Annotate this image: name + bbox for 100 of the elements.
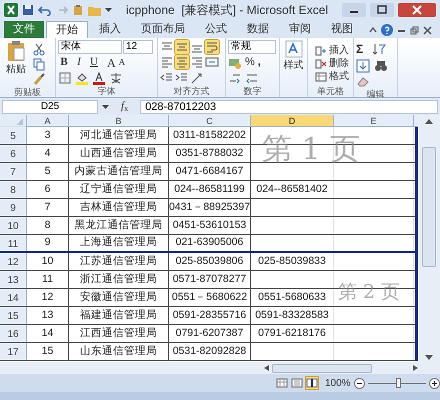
restore-icon[interactable] [410, 26, 419, 34]
close-icon[interactable] [398, 3, 436, 17]
cells-button[interactable]: 格式 [314, 70, 349, 83]
close-icon[interactable] [423, 26, 432, 34]
scissors-icon[interactable] [32, 42, 46, 56]
ribbon-tab[interactable]: 页面布局 [132, 21, 194, 38]
zoom-level[interactable]: 100% [325, 376, 351, 390]
minimize-icon[interactable] [342, 3, 366, 17]
font-size-field[interactable]: 12 [123, 40, 153, 54]
styles-button[interactable]: 样式 [282, 40, 305, 97]
row-header[interactable]: 12 [0, 253, 27, 270]
table-cell: 0451-53610153 [169, 217, 251, 234]
row-header[interactable]: 7 [0, 163, 27, 180]
row-header[interactable]: 13 [0, 271, 27, 288]
fill-bucket-icon[interactable] [75, 71, 89, 85]
column-header[interactable]: B [69, 115, 169, 126]
row-header[interactable]: 15 [0, 307, 27, 324]
table-cell: 黑龙江通信管理局 [69, 217, 169, 234]
font-color-icon[interactable] [92, 71, 106, 85]
zoom-slider-thumb[interactable] [396, 378, 401, 388]
save-icon[interactable] [22, 4, 34, 16]
ribbon-tab[interactable]: 数据 [238, 21, 278, 38]
help-icon[interactable] [381, 24, 393, 36]
autosum-button[interactable]: Σ [356, 40, 368, 58]
binoculars-icon[interactable] [374, 59, 388, 73]
clipboard-icon[interactable] [72, 4, 84, 16]
dropdown-icon[interactable] [102, 104, 109, 110]
align-right-icon[interactable] [190, 55, 204, 70]
font-name-field[interactable]: 宋体 [58, 40, 122, 54]
cells-button[interactable]: 删除 [314, 57, 349, 70]
font-style-button[interactable]: I [73, 54, 85, 71]
row-header[interactable]: 9 [0, 199, 27, 216]
scrollbar-thumb[interactable] [422, 147, 436, 267]
table-cell: 025-85039833 [251, 253, 334, 270]
align-left-icon[interactable] [160, 55, 174, 70]
scroll-left-icon[interactable] [262, 364, 270, 372]
scroll-up-icon[interactable] [424, 117, 434, 125]
column-header[interactable]: E [334, 115, 414, 126]
row-header[interactable]: 6 [0, 145, 27, 162]
view-layout-icon[interactable] [291, 377, 303, 389]
maximize-icon[interactable] [370, 3, 394, 17]
paste-button[interactable]: 粘贴 [2, 40, 30, 86]
phonetic-icon[interactable] [109, 71, 123, 85]
row-header[interactable]: 10 [0, 217, 27, 234]
zoom-in-icon[interactable] [429, 378, 440, 388]
ribbon-tab[interactable]: 视图 [322, 21, 362, 38]
font-style-button[interactable]: U [88, 54, 100, 71]
sort-filter-icon[interactable] [372, 42, 386, 56]
row-header[interactable]: 17 [0, 343, 27, 360]
font-style-button[interactable]: B [58, 54, 70, 71]
align-orient-icon[interactable] [190, 70, 204, 85]
row-header[interactable]: 16 [0, 325, 27, 342]
file-tab[interactable]: 文件 [4, 21, 44, 38]
grow-font-button[interactable]: A [107, 54, 116, 72]
name-box[interactable]: D25 [2, 100, 98, 114]
scroll-right-icon[interactable] [412, 364, 420, 372]
align-middle-icon[interactable] [175, 40, 189, 54]
row-header[interactable]: 8 [0, 181, 27, 198]
view-pagebreak-icon[interactable] [306, 377, 318, 389]
table-cell: 024--86581402 [251, 181, 334, 198]
align-wrap-icon[interactable] [205, 40, 219, 54]
table-cell: 山东通信管理局 [69, 343, 169, 360]
row-header[interactable]: 14 [0, 289, 27, 306]
collapse-ribbon-icon[interactable] [369, 26, 377, 34]
column-header[interactable]: A [27, 115, 69, 126]
row-header[interactable]: 11 [0, 235, 27, 251]
ribbon-tab[interactable]: 开始 [46, 21, 88, 38]
table-cell: 上海通信管理局 [69, 235, 169, 251]
row-header[interactable]: 5 [0, 127, 27, 144]
align-merge-icon[interactable] [205, 55, 219, 70]
table-cell: 吉林通信管理局 [69, 199, 169, 216]
view-normal-icon[interactable] [276, 377, 288, 389]
brush-icon[interactable] [32, 72, 46, 86]
column-header[interactable]: D [251, 115, 334, 126]
align-center-icon[interactable] [175, 55, 189, 70]
shrink-font-button[interactable]: A [118, 56, 126, 70]
borders-icon[interactable] [58, 71, 72, 85]
table-cell: 7 [27, 199, 69, 216]
group-label: 数字 [242, 85, 262, 97]
scrollbar-thumb[interactable] [272, 364, 372, 372]
table-cell: 11 [27, 271, 69, 288]
insert-function-button[interactable]: f$_{x}$ [113, 98, 136, 115]
ribbon-tab[interactable]: 公式 [196, 21, 236, 38]
table-cell: 0531-82092828 [169, 343, 251, 360]
ribbon-tab[interactable]: 插入 [90, 21, 130, 38]
table-cell: 15 [27, 343, 69, 360]
ribbon-tab[interactable]: 审阅 [280, 21, 320, 38]
cells-button[interactable]: 插入 [314, 44, 349, 57]
comma-button[interactable]: , [258, 54, 261, 71]
formula-field[interactable]: 028-87012203 [140, 100, 438, 114]
table-cell: 6 [27, 181, 69, 198]
percent-button[interactable]: % [245, 54, 255, 71]
table-cell: 河北通信管理局 [69, 127, 169, 144]
undo-icon[interactable] [38, 4, 52, 16]
zoom-out-icon[interactable] [354, 378, 365, 388]
copy-icon[interactable] [32, 57, 46, 71]
table-cell: 13 [27, 307, 69, 324]
dropdown-icon[interactable] [105, 7, 112, 13]
fill-down-icon[interactable] [356, 59, 370, 73]
number-format-field[interactable]: 常规 [228, 40, 276, 54]
